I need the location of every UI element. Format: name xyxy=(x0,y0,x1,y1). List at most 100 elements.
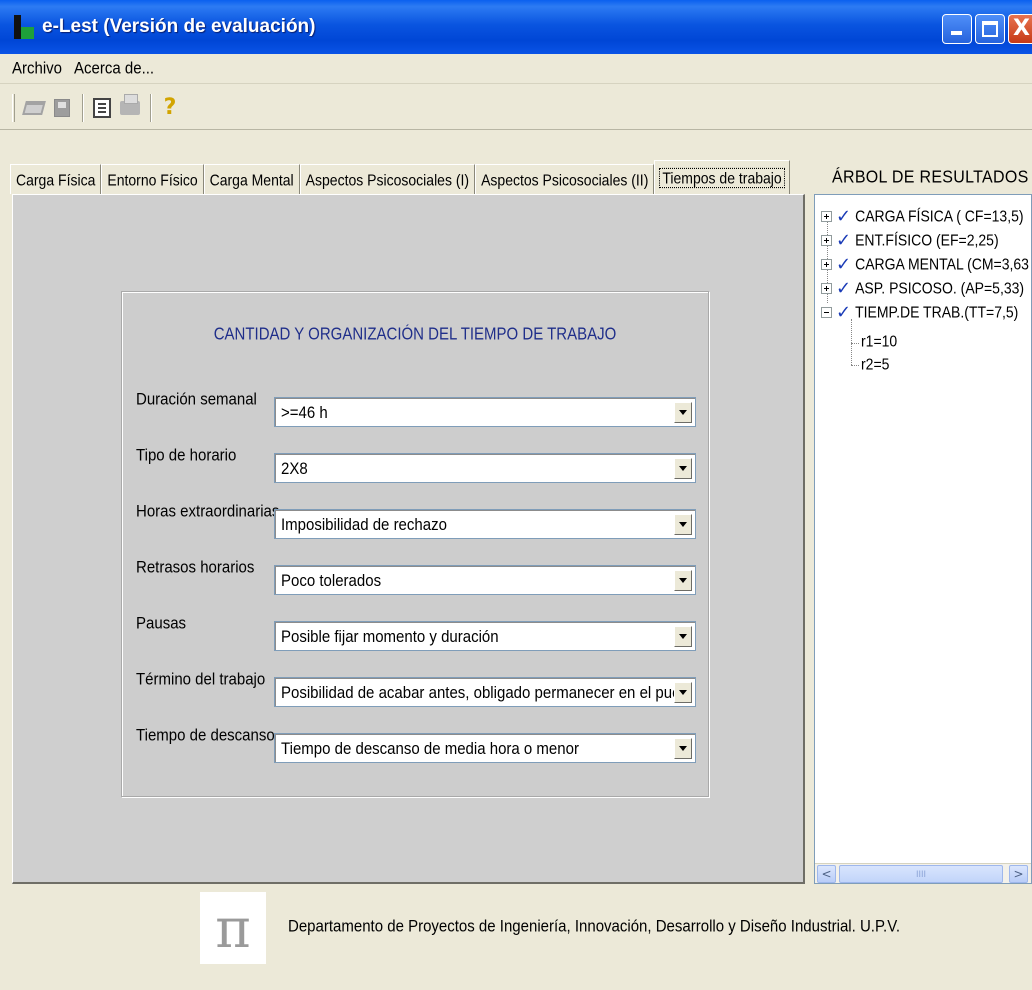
horizontal-scrollbar[interactable]: < IIII > xyxy=(815,863,1031,883)
dropdown-arrow-button[interactable] xyxy=(674,682,692,703)
menu-acerca-de[interactable]: Acerca de... xyxy=(68,59,160,78)
minimize-icon xyxy=(951,31,962,35)
expand-icon[interactable] xyxy=(821,282,832,294)
open-button[interactable] xyxy=(21,94,47,122)
window-title: e-Lest (Versión de evaluación) xyxy=(42,16,316,37)
tab-label: Aspectos Psicosociales (II) xyxy=(481,170,649,189)
tab-label: Entorno Físico xyxy=(107,170,198,189)
maximize-button[interactable] xyxy=(975,14,1005,44)
tab-carga-fisica[interactable]: Carga Física xyxy=(10,164,102,194)
help-button[interactable]: ? xyxy=(157,94,183,122)
dropdown-arrow-button[interactable] xyxy=(674,458,692,479)
toolbar-separator xyxy=(150,93,152,122)
tree-leaf-r2[interactable]: r2=5 xyxy=(861,355,889,373)
tree-node-label: TIEMP.DE TRAB.(TT=7,5) xyxy=(855,303,1019,321)
dropdown-value: Poco tolerados xyxy=(281,572,382,591)
dropdown-value: Posibilidad de acabar antes, obligado pe… xyxy=(281,684,681,703)
chevron-down-icon xyxy=(679,410,687,415)
scroll-right-button[interactable]: > xyxy=(1009,865,1028,883)
toolbar-grip[interactable] xyxy=(12,93,15,122)
dropdown-value: Posible fijar momento y duración xyxy=(281,628,499,647)
tab-aspectos-psicosociales-ii[interactable]: Aspectos Psicosociales (II) xyxy=(475,164,655,194)
results-tree-title: ÁRBOL DE RESULTADOS xyxy=(832,168,1029,188)
dropdown-arrow-button[interactable] xyxy=(674,514,692,535)
results-tree[interactable]: ✓ CARGA FÍSICA ( CF=13,5) ✓ ENT.FÍSICO (… xyxy=(814,194,1032,884)
menu-archivo[interactable]: Archivo xyxy=(6,59,68,78)
dropdown-arrow-button[interactable] xyxy=(674,402,692,423)
tree-node-carga-fisica[interactable]: ✓ CARGA FÍSICA ( CF=13,5) xyxy=(821,205,1024,227)
tree-node-tiemp-de-trab[interactable]: ✓ TIEMP.DE TRAB.(TT=7,5) xyxy=(821,301,1018,323)
close-icon: X xyxy=(1013,16,1030,41)
close-button[interactable]: X xyxy=(1008,14,1032,44)
check-icon: ✓ xyxy=(836,205,852,227)
upv-logo: π xyxy=(200,892,266,964)
save-button[interactable] xyxy=(49,94,75,122)
minimize-button[interactable] xyxy=(942,14,972,44)
footer-text: Departamento de Proyectos de Ingeniería,… xyxy=(288,917,901,937)
field-label: Tipo de horario xyxy=(136,446,237,466)
chevron-down-icon xyxy=(679,690,687,695)
retrasos-horarios-dropdown[interactable]: Poco tolerados xyxy=(274,565,696,595)
toolbar: ? xyxy=(0,86,1032,130)
tab-panel: CANTIDAD Y ORGANIZACIÓN DEL TIEMPO DE TR… xyxy=(12,194,805,884)
field-row-horas-extraordinarias: Horas extraordinarias Imposibilidad de r… xyxy=(136,502,706,539)
field-label: Duración semanal xyxy=(136,390,257,410)
tree-leaf-label: r1=10 xyxy=(861,332,898,350)
tree-node-asp-psicoso[interactable]: ✓ ASP. PSICOSO. (AP=5,33) xyxy=(821,277,1024,299)
tab-tiempos-de-trabajo[interactable]: Tiempos de trabajo xyxy=(654,160,790,194)
chevron-down-icon xyxy=(679,578,687,583)
maximize-icon xyxy=(982,21,998,37)
tab-label: Aspectos Psicosociales (I) xyxy=(305,170,470,189)
tab-carga-mental[interactable]: Carga Mental xyxy=(203,164,300,194)
tree-node-ent-fisico[interactable]: ✓ ENT.FÍSICO (EF=2,25) xyxy=(821,229,999,251)
termino-del-trabajo-dropdown[interactable]: Posibilidad de acabar antes, obligado pe… xyxy=(274,677,696,707)
duracion-semanal-dropdown[interactable]: >=46 h xyxy=(274,397,696,427)
dropdown-value: Imposibilidad de rechazo xyxy=(281,516,447,535)
field-row-pausas: Pausas Posible fijar momento y duración xyxy=(136,614,706,651)
dropdown-arrow-button[interactable] xyxy=(674,626,692,647)
tiempo-de-descanso-dropdown[interactable]: Tiempo de descanso de media hora o menor xyxy=(274,733,696,763)
field-row-retrasos-horarios: Retrasos horarios Poco tolerados xyxy=(136,558,706,595)
expand-icon[interactable] xyxy=(821,234,832,246)
chevron-down-icon xyxy=(679,522,687,527)
scroll-left-button[interactable]: < xyxy=(817,865,836,883)
dropdown-arrow-button[interactable] xyxy=(674,570,692,591)
print-icon xyxy=(120,93,140,115)
scroll-thumb[interactable]: IIII xyxy=(839,865,1003,883)
toolbar-separator xyxy=(82,93,84,122)
check-icon: ✓ xyxy=(836,301,852,323)
pausas-dropdown[interactable]: Posible fijar momento y duración xyxy=(274,621,696,651)
dropdown-arrow-button[interactable] xyxy=(674,738,692,759)
tree-node-label: ASP. PSICOSO. (AP=5,33) xyxy=(855,279,1025,297)
field-row-termino-del-trabajo: Término del trabajo Posibilidad de acaba… xyxy=(136,670,706,707)
properties-icon xyxy=(93,97,111,118)
field-label: Retrasos horarios xyxy=(136,558,255,578)
tree-connector xyxy=(851,319,852,365)
check-icon: ✓ xyxy=(836,229,852,251)
properties-button[interactable] xyxy=(89,94,115,122)
tab-strip: Carga Física Entorno Físico Carga Mental… xyxy=(10,160,790,194)
horas-extraordinarias-dropdown[interactable]: Imposibilidad de rechazo xyxy=(274,509,696,539)
tree-node-label: CARGA MENTAL (CM=3,63 xyxy=(855,255,1029,273)
chevron-down-icon xyxy=(679,634,687,639)
pi-logo-icon: π xyxy=(215,896,251,960)
tipo-de-horario-dropdown[interactable]: 2X8 xyxy=(274,453,696,483)
collapse-icon[interactable] xyxy=(821,306,832,318)
chevron-down-icon xyxy=(679,466,687,471)
tree-leaf-r1[interactable]: r1=10 xyxy=(861,332,898,350)
save-icon xyxy=(54,98,70,117)
tab-label: Tiempos de trabajo xyxy=(659,167,785,188)
tab-entorno-fisico[interactable]: Entorno Físico xyxy=(101,164,204,194)
field-label: Término del trabajo xyxy=(136,670,266,690)
print-button[interactable] xyxy=(117,93,143,122)
title-bar[interactable]: e-Lest (Versión de evaluación) X xyxy=(0,0,1032,54)
chevron-down-icon xyxy=(679,746,687,751)
field-label: Horas extraordinarias xyxy=(136,502,280,522)
expand-icon[interactable] xyxy=(821,210,832,222)
check-icon: ✓ xyxy=(836,253,852,275)
expand-icon[interactable] xyxy=(821,258,832,270)
field-label: Tiempo de descanso xyxy=(136,726,275,746)
tab-aspectos-psicosociales-i[interactable]: Aspectos Psicosociales (I) xyxy=(299,164,476,194)
open-icon xyxy=(22,100,46,115)
tree-node-carga-mental[interactable]: ✓ CARGA MENTAL (CM=3,63 xyxy=(821,253,1029,275)
